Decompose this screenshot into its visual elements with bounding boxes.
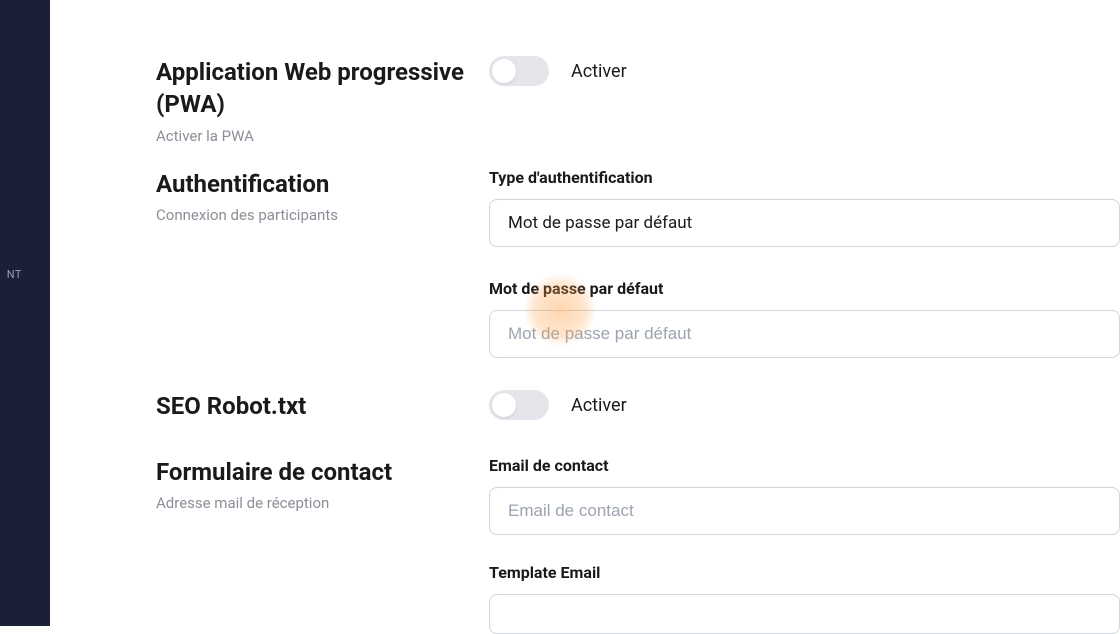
pwa-toggle[interactable] — [489, 56, 549, 86]
pwa-subtitle: Activer la PWA — [156, 127, 489, 145]
sidebar-partial-label: NT — [0, 268, 50, 281]
main-content: Application Web progressive (PWA) Active… — [50, 0, 1120, 626]
seo-toggle-label: Activer — [571, 395, 627, 416]
auth-type-label: Type d'authentification — [489, 168, 1120, 187]
toggle-knob — [492, 59, 516, 83]
section-pwa: Application Web progressive (PWA) Active… — [50, 56, 1120, 145]
auth-subtitle: Connexion des participants — [156, 206, 489, 224]
contact-template-select[interactable] — [489, 594, 1120, 634]
auth-password-input[interactable] — [489, 310, 1120, 358]
contact-email-input[interactable] — [489, 487, 1120, 535]
auth-title: Authentification — [156, 168, 489, 200]
contact-title: Formulaire de contact — [156, 456, 489, 488]
section-seo: SEO Robot.txt Activer — [50, 390, 1120, 422]
auth-password-label: Mot de passe par défaut — [489, 279, 1120, 298]
auth-type-value: Mot de passe par défaut — [508, 213, 692, 233]
contact-email-label: Email de contact — [489, 456, 1120, 475]
section-auth: Authentification Connexion des participa… — [50, 168, 1120, 358]
auth-type-select[interactable]: Mot de passe par défaut — [489, 199, 1120, 247]
seo-title: SEO Robot.txt — [156, 390, 489, 422]
seo-toggle[interactable] — [489, 390, 549, 420]
pwa-toggle-label: Activer — [571, 61, 627, 82]
contact-subtitle: Adresse mail de réception — [156, 494, 489, 512]
contact-template-label: Template Email — [489, 563, 1120, 582]
section-contact: Formulaire de contact Adresse mail de ré… — [50, 456, 1120, 634]
pwa-title: Application Web progressive (PWA) — [156, 56, 489, 121]
toggle-knob — [492, 393, 516, 417]
sidebar: NT — [0, 0, 50, 626]
